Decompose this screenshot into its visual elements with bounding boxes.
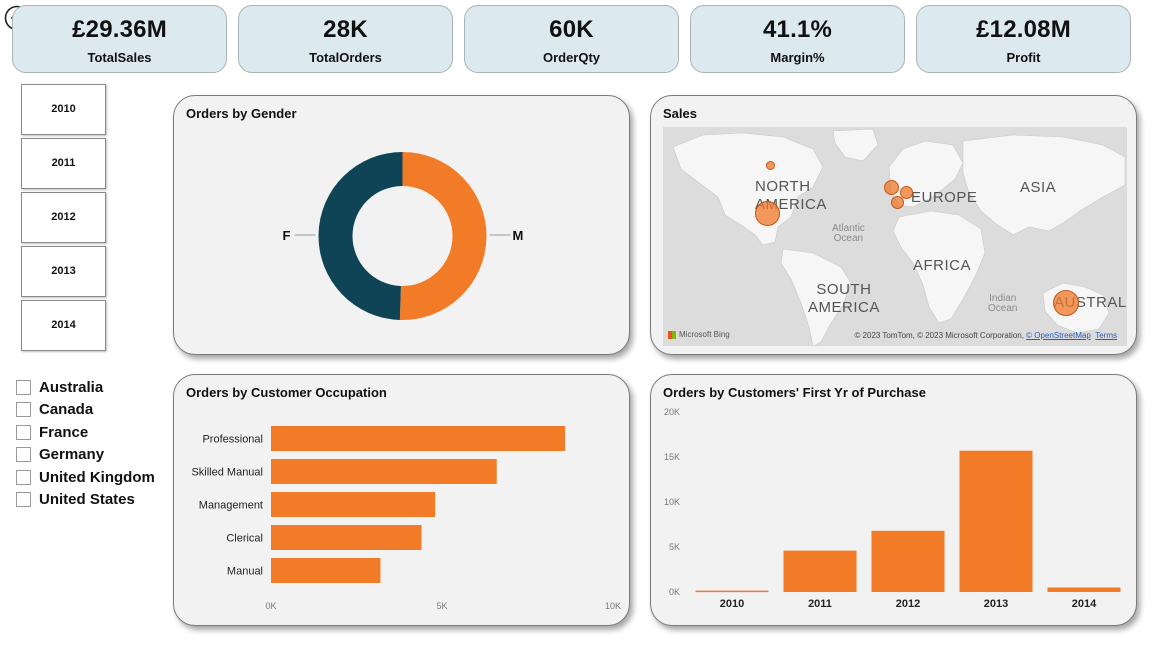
terms-link[interactable]: Terms (1095, 331, 1117, 340)
year-bar[interactable] (959, 450, 1033, 592)
country-option-united-states[interactable]: United States (16, 489, 135, 509)
kpi-label: OrderQty (542, 50, 601, 65)
x-tick-label: 5K (436, 601, 447, 611)
donut-slice-m[interactable] (399, 152, 487, 320)
year-category-label: 2012 (896, 598, 920, 610)
map-label-asia: ASIA (1020, 179, 1057, 196)
kpi-label: Profit (1006, 50, 1041, 65)
occupation-category-label: Skilled Manual (191, 467, 263, 479)
country-option-australia[interactable]: Australia (16, 377, 103, 397)
x-tick-label: 0K (265, 601, 276, 611)
occupation-bar[interactable] (271, 492, 436, 517)
y-tick-label: 20K (664, 407, 680, 417)
sales-bubble-united-states[interactable] (755, 201, 780, 226)
country-option-france[interactable]: France (16, 422, 88, 442)
kpi-value: 28K (323, 16, 368, 43)
occupation-category-label: Clerical (226, 533, 263, 545)
checkbox[interactable] (16, 469, 31, 485)
donut-label-f: F (283, 228, 291, 243)
year-slicer-2010[interactable]: 2010 (21, 84, 106, 135)
kpi-label: TotalOrders (309, 50, 382, 65)
country-label: Germany (39, 445, 105, 463)
map-attribution: © 2023 TomTom, © 2023 Microsoft Corporat… (854, 331, 1117, 340)
openstreetmap-link[interactable]: © OpenStreetMap (1026, 331, 1091, 340)
checkbox[interactable] (16, 379, 31, 395)
gender-donut-chart: FM (283, 152, 524, 320)
year-slicer-2011[interactable]: 2011 (21, 138, 106, 189)
map-label-indian-ocean: Indian Ocean (988, 293, 1018, 314)
kpi-label: TotalSales (87, 50, 152, 65)
year-bar[interactable] (695, 590, 769, 593)
kpi-label: Margin% (770, 50, 825, 65)
kpi-card-margin: 41.1% Margin% (690, 5, 905, 73)
kpi-value: £12.08M (976, 16, 1071, 43)
checkbox[interactable] (16, 424, 31, 440)
year-bar[interactable] (871, 530, 945, 592)
occupation-category-label: Manual (227, 566, 263, 578)
year-slicer-2014[interactable]: 2014 (21, 300, 106, 351)
year-bar[interactable] (783, 550, 857, 592)
country-label: United States (39, 490, 135, 508)
year-slicer-2012[interactable]: 2012 (21, 192, 106, 243)
year-category-label: 2014 (1072, 598, 1097, 610)
sales-bubble-france[interactable] (891, 196, 904, 209)
x-tick-label: 10K (605, 601, 621, 611)
y-tick-label: 15K (664, 452, 680, 462)
first-year-panel: Orders by Customers' First Yr of Purchas… (650, 374, 1137, 626)
sales-bubble-australia[interactable] (1053, 290, 1079, 316)
country-label: France (39, 423, 89, 441)
occupation-bar[interactable] (271, 558, 381, 583)
kpi-card-total-sales: £29.36M TotalSales (12, 5, 227, 73)
year-bar[interactable] (1047, 587, 1121, 593)
y-tick-label: 10K (664, 497, 680, 507)
occupation-bar-chart: Professional Skilled Manual Management Cler… (191, 426, 621, 611)
year-category-label: 2013 (984, 598, 1008, 610)
sales-map[interactable]: NORTH AMERICA EUROPE ASIA AFRICA SOUTH AME… (663, 127, 1127, 346)
country-option-germany[interactable]: Germany (16, 444, 104, 464)
map-label-europe: EUROPE (911, 189, 978, 206)
checkbox[interactable] (16, 446, 31, 462)
checkbox[interactable] (16, 401, 31, 417)
map-label-south-america: SOUTH AMERICA (808, 281, 880, 316)
country-label: United Kingdom (39, 468, 155, 486)
microsoft-logo-icon (668, 330, 676, 339)
kpi-card-order-qty: 60K OrderQty (464, 5, 679, 73)
gender-panel: Orders by Gender FM (173, 95, 630, 355)
occupation-panel: Orders by Customer Occupation Profession… (173, 374, 630, 626)
occupation-category-label: Professional (202, 434, 263, 446)
kpi-card-profit: £12.08M Profit (916, 5, 1131, 73)
first-year-bar-chart: 0K 5K 10K 15K 20K 2010 2011 2012 2013 2014 (664, 407, 1121, 610)
donut-slice-f[interactable] (318, 152, 403, 320)
year-slicer-2013[interactable]: 2013 (21, 246, 106, 297)
kpi-value: 41.1% (762, 16, 833, 43)
year-category-label: 2011 (808, 598, 832, 610)
country-label: Canada (39, 400, 94, 418)
sales-bubble-canada[interactable] (766, 161, 775, 170)
kpi-value: £29.36M (72, 16, 167, 43)
map-label-africa: AFRICA (913, 257, 972, 274)
country-option-canada[interactable]: Canada (16, 399, 93, 419)
panel-title: Sales (663, 106, 697, 121)
country-label: Australia (39, 378, 104, 396)
country-option-united-kingdom[interactable]: United Kingdom (16, 467, 155, 487)
kpi-card-total-orders: 28K TotalOrders (238, 5, 453, 73)
kpi-value: 60K (549, 16, 594, 43)
occupation-bar[interactable] (271, 525, 422, 550)
map-label-atlantic-ocean: Atlantic Ocean (832, 223, 865, 244)
y-tick-label: 5K (669, 542, 680, 552)
occupation-category-label: Management (199, 500, 263, 512)
sales-bubble-united-kingdom[interactable] (884, 180, 899, 195)
checkbox[interactable] (16, 491, 31, 507)
y-tick-label: 0K (669, 587, 680, 597)
occupation-bar[interactable] (271, 459, 497, 484)
occupation-bar[interactable] (271, 426, 566, 451)
donut-label-m: M (513, 228, 524, 243)
sales-map-panel: Sales NORTH AMERICA EUROPE ASIA AFRICA S… (650, 95, 1137, 355)
year-category-label: 2010 (720, 598, 744, 610)
bing-logo: Microsoft Bing (668, 330, 730, 339)
